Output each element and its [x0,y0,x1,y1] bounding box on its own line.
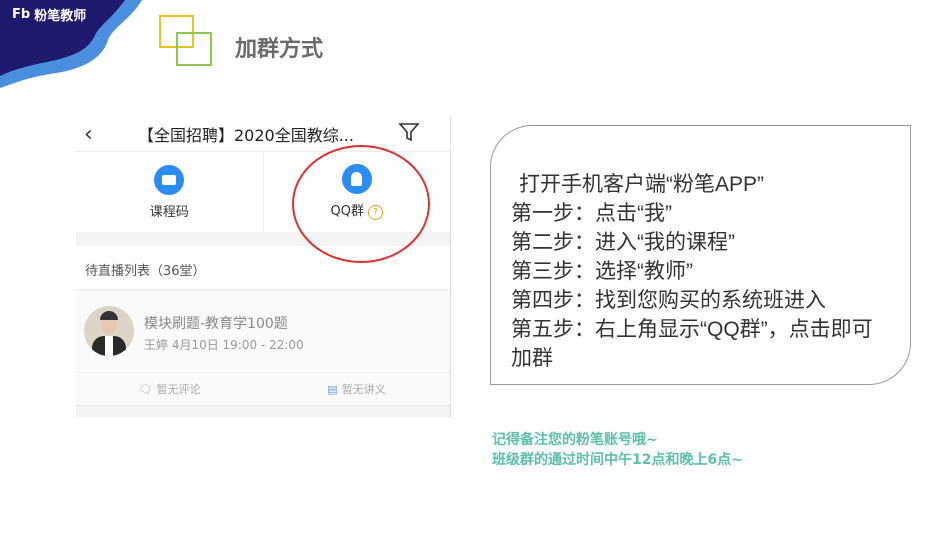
back-icon[interactable]: ‹ [84,122,93,147]
step-1: 第一步：点击“我” [511,202,672,225]
lesson-meta: 王婷 4月10日 19:00 - 22:00 [144,338,304,352]
highlight-circle [292,145,430,263]
course-title: 【全国招聘】2020全国教综... [138,126,354,145]
brand-logo: Fb 粉笔教师 [12,5,86,24]
logo-mark: Fb [12,7,31,22]
steps-box: 打开手机客户端“粉笔APP” 第一步：点击“我” 第二步：进入“我的课程” 第三… [490,125,911,385]
app-header: ‹ 【全国招聘】2020全国教综... [76,117,450,152]
green-square-decoration [176,32,212,66]
step-4: 第四步：找到您购买的系统班进入 [511,289,826,312]
course-code-label: 课程码 [149,204,189,220]
comments-label: 暂无评论 [156,383,201,396]
slide-title: 加群方式 [235,37,324,62]
document-icon: ▤ [327,382,338,396]
step-intro: 打开手机客户端“粉笔APP” [519,173,765,196]
comment-icon: 🗨 [138,382,153,396]
tv-icon [154,164,185,195]
handout-button[interactable]: ▤ 暂无讲义 [263,373,450,405]
brand-name: 粉笔教师 [34,9,87,24]
step-2: 第二步：进入“我的课程” [511,231,735,254]
step-5: 第五步：右上角显示“QQ群”，点击即可加群 [511,318,873,370]
step-3: 第三步：选择“教师” [511,260,693,283]
lesson-title: 模块刷题-教育学100题 [144,316,288,332]
teacher-avatar [84,306,134,356]
notes: 记得备注您的粉笔账号哦~ 班级群的通过时间中午12点和晚上6点~ [492,430,743,470]
note-approval-time: 班级群的通过时间中午12点和晚上6点~ [492,452,743,468]
course-code-button[interactable]: 课程码 [76,152,263,232]
note-account: 记得备注您的粉笔账号哦~ [492,432,658,448]
handout-label: 暂无讲义 [341,383,386,396]
filter-icon[interactable] [398,121,420,143]
comments-button[interactable]: 🗨 暂无评论 [76,373,263,405]
lesson-item[interactable]: 模块刷题-教育学100题 王婷 4月10日 19:00 - 22:00 [76,290,450,373]
